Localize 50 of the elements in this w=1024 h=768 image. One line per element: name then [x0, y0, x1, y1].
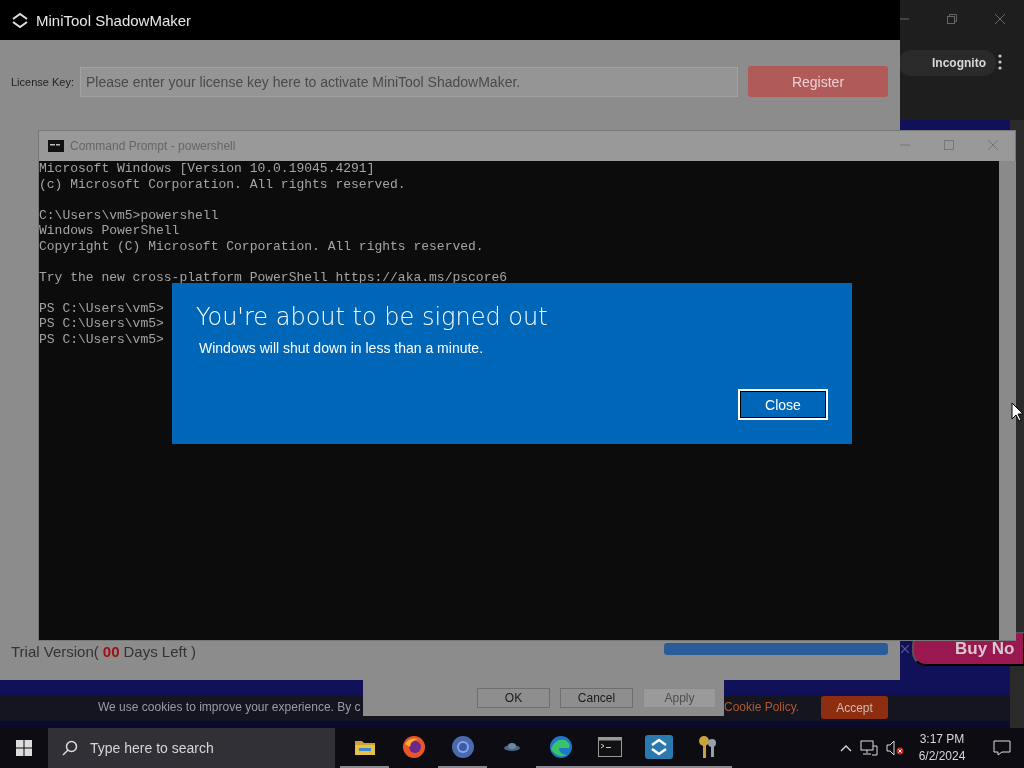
more-menu-icon[interactable]: [998, 54, 1002, 70]
network-icon[interactable]: [860, 740, 878, 756]
sync-arrows-icon[interactable]: [644, 735, 673, 759]
restore-icon[interactable]: [947, 14, 957, 24]
keys-icon[interactable]: [696, 735, 719, 759]
accept-button[interactable]: Accept: [821, 696, 888, 719]
windows-logo-icon[interactable]: [16, 740, 32, 756]
close-icon[interactable]: [995, 14, 1005, 24]
browser-icon[interactable]: [450, 735, 475, 759]
close-icon[interactable]: [901, 645, 909, 653]
clock-date[interactable]: 6/2/2024: [918, 748, 966, 765]
console-line: PS C:\Users\vm5>: [39, 316, 164, 332]
close-button[interactable]: Close: [738, 389, 828, 420]
incognito-badge[interactable]: Incognito: [898, 50, 996, 76]
license-key-label: License Key:: [11, 75, 74, 88]
muted-speaker-icon[interactable]: [886, 740, 904, 756]
console-line: Try the new cross-platform PowerShell https://aka.ms/pscore6: [39, 269, 508, 285]
sync-arrows-icon: [10, 11, 30, 29]
console-line: (c) Microsoft Corporation. All rights reserved.: [39, 176, 406, 192]
trial-days-count: 00: [102, 643, 120, 660]
dialog-message: Windows will shut down in less than a minute.: [199, 340, 484, 356]
register-button[interactable]: Register: [748, 66, 888, 97]
console-line: PS C:\Users\vm5>: [39, 300, 164, 316]
search-icon: [62, 740, 78, 756]
cookie-notice-text: We use cookies to improve your experience. By c: [98, 700, 361, 714]
console-line: C:\Users\vm5>powershell: [39, 207, 219, 223]
console-line: Copyright (C) Microsoft Corporation. All rights reserved.: [39, 238, 484, 254]
app-icon[interactable]: [502, 742, 521, 752]
console-line: Microsoft Windows [Version 10.0.19045.4291]: [39, 161, 375, 177]
window-title: MiniTool ShadowMaker: [36, 11, 192, 29]
dialog-button[interactable]: Cancel: [560, 688, 633, 708]
console-line: Windows PowerShell: [39, 223, 180, 239]
license-key-field[interactable]: Please enter your license key here to activate MiniTool ShadowMaker.: [80, 66, 738, 97]
mouse-cursor-icon: [1011, 402, 1023, 422]
chevron-up-icon[interactable]: [840, 744, 852, 752]
console-line: PS C:\Users\vm5>: [39, 331, 164, 347]
browser-icon[interactable]: [401, 735, 426, 759]
notification-icon[interactable]: [993, 740, 1011, 756]
scrollbar[interactable]: [999, 161, 1016, 640]
dialog-title: You're about to be signed out: [196, 303, 549, 331]
clock-time[interactable]: 3:17 PM: [919, 731, 965, 748]
terminal-icon[interactable]: [597, 737, 622, 757]
folder-icon[interactable]: [353, 738, 376, 756]
search-field[interactable]: Type here to search: [48, 728, 335, 768]
dialog-button[interactable]: OK: [477, 688, 550, 708]
edge-icon[interactable]: [548, 735, 573, 759]
trial-label: Trial Version(: [11, 643, 99, 660]
trial-label: Days Left ): [123, 643, 197, 660]
cookie-policy-link[interactable]: Cookie Policy.: [724, 700, 800, 714]
terminal-icon: [48, 140, 64, 152]
